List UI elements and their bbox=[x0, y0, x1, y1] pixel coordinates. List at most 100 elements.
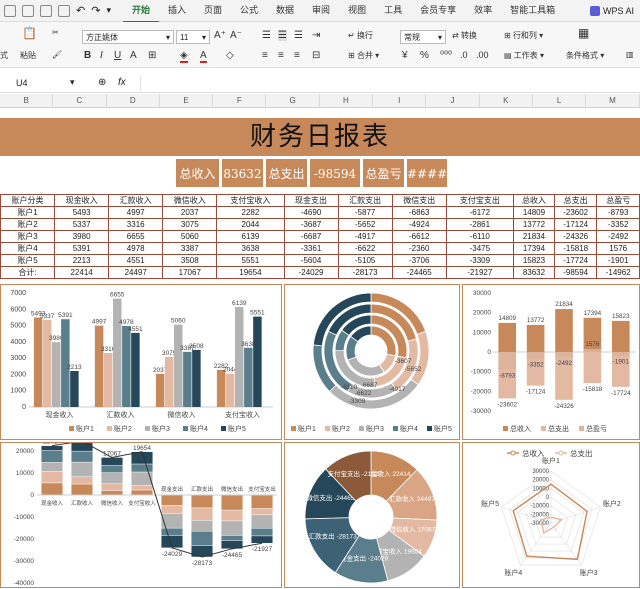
table-cell[interactable]: 17067 bbox=[162, 266, 218, 279]
table-cell[interactable]: -3687 bbox=[283, 218, 339, 231]
tab-10[interactable]: 智能工具箱 bbox=[501, 0, 564, 23]
table-cell[interactable]: -28173 bbox=[337, 266, 393, 279]
more-icon[interactable]: ▾ bbox=[106, 5, 111, 16]
tab-3[interactable]: 公式 bbox=[231, 0, 267, 23]
table-cell[interactable]: -2492 bbox=[596, 230, 640, 243]
merge-button[interactable]: ⊞ 合并 ▾ bbox=[348, 50, 379, 61]
tab-9[interactable]: 效率 bbox=[465, 0, 501, 23]
tab-5[interactable]: 审阅 bbox=[303, 0, 339, 23]
table-cell[interactable]: -5604 bbox=[283, 254, 339, 267]
fx-icon[interactable]: fx bbox=[118, 77, 126, 88]
table-cell[interactable]: -2861 bbox=[445, 218, 514, 231]
table-cell[interactable]: -8793 bbox=[596, 206, 640, 219]
increase-font-icon[interactable]: A⁺ bbox=[214, 30, 226, 41]
undo-icon[interactable]: ↶ bbox=[76, 4, 85, 17]
column-header[interactable]: H bbox=[320, 94, 374, 108]
column-header[interactable]: J bbox=[426, 94, 480, 108]
tab-4[interactable]: 数据 bbox=[267, 0, 303, 23]
font-color-icon[interactable]: A bbox=[200, 50, 207, 63]
tab-2[interactable]: 页面 bbox=[195, 0, 231, 23]
table-cell[interactable]: -15818 bbox=[553, 242, 598, 255]
table-cell[interactable]: -23602 bbox=[553, 206, 598, 219]
table-cell[interactable]: 19654 bbox=[216, 266, 285, 279]
border-icon[interactable]: ⊞ bbox=[148, 50, 156, 61]
table-cell[interactable]: -3361 bbox=[283, 242, 339, 255]
align-left-icon[interactable]: ≡ bbox=[262, 50, 268, 61]
tab-1[interactable]: 插入 bbox=[159, 0, 195, 23]
distribute-icon[interactable]: ⊟ bbox=[312, 50, 320, 61]
increase-decimal-icon[interactable]: .0 bbox=[460, 50, 468, 60]
align-center-icon[interactable]: ≡ bbox=[278, 50, 284, 61]
table-cell[interactable]: 合计: bbox=[0, 266, 56, 279]
table-cell[interactable]: 2213 bbox=[54, 254, 110, 267]
table-cell[interactable]: -24326 bbox=[553, 230, 598, 243]
table-cell[interactable]: -6612 bbox=[391, 230, 447, 243]
table-cell[interactable]: 17394 bbox=[512, 242, 555, 255]
table-cell[interactable]: -3352 bbox=[596, 218, 640, 231]
table-cell[interactable]: 15823 bbox=[512, 254, 555, 267]
table-cell[interactable]: 24497 bbox=[108, 266, 164, 279]
table-cell[interactable]: 4997 bbox=[108, 206, 164, 219]
strike-icon[interactable]: A bbox=[130, 50, 137, 61]
table-cell[interactable]: 3075 bbox=[162, 218, 218, 231]
table-cell[interactable]: 14809 bbox=[512, 206, 555, 219]
column-header[interactable]: B bbox=[0, 94, 54, 108]
cond-format-button[interactable]: 条件格式 ▾ bbox=[566, 50, 604, 61]
column-header[interactable]: M bbox=[586, 94, 640, 108]
table-cell[interactable]: 3387 bbox=[162, 242, 218, 255]
format-painter-icon[interactable]: 🖌 bbox=[52, 50, 62, 59]
table-cell[interactable]: 3638 bbox=[216, 242, 285, 255]
column-header[interactable]: D bbox=[107, 94, 160, 108]
table-cell[interactable]: 2037 bbox=[162, 206, 218, 219]
row-col-button[interactable]: ⊞ 行和列 ▾ bbox=[504, 30, 543, 41]
formula-input[interactable] bbox=[140, 76, 640, 91]
table-cell[interactable]: -3309 bbox=[445, 254, 514, 267]
redo-icon[interactable]: ↷ bbox=[91, 4, 100, 17]
table-cell[interactable]: 5493 bbox=[54, 206, 110, 219]
tab-0[interactable]: 开始 bbox=[122, 0, 159, 23]
table-cell[interactable]: -4690 bbox=[283, 206, 339, 219]
chart-panel-radar[interactable]: 账户1 账户2 账户3 账户4 账户5 30000 20000 10000 0 -10000 -20… bbox=[462, 442, 640, 588]
table-cell[interactable]: 2044 bbox=[216, 218, 285, 231]
table-cell[interactable]: 21834 bbox=[512, 230, 555, 243]
chevron-down-icon[interactable]: ▾ bbox=[70, 77, 75, 88]
zoom-icon[interactable]: ⊕ bbox=[98, 77, 106, 88]
chart-panel-donut[interactable]: 现金收入 22414 汇款收入 24497 微信收入 17067 支付宝收入 1965… bbox=[284, 442, 460, 588]
thousands-icon[interactable]: ⁰⁰⁰ bbox=[440, 50, 452, 61]
table-cell[interactable]: 4978 bbox=[108, 242, 164, 255]
table-cell[interactable]: 3980 bbox=[54, 230, 110, 243]
chart-panel-income[interactable]: 0 1000 2000 3000 4000 5000 6000 7000 5493 5337 398… bbox=[0, 284, 282, 440]
convert-button[interactable]: ⇄ 转换 bbox=[452, 30, 477, 41]
table-cell[interactable]: -4924 bbox=[391, 218, 447, 231]
table-cell[interactable]: 5391 bbox=[54, 242, 110, 255]
table-cell[interactable]: 账户2 bbox=[0, 218, 56, 231]
preview-icon[interactable] bbox=[58, 4, 70, 17]
table-cell[interactable]: 6139 bbox=[216, 230, 285, 243]
column-header[interactable]: E bbox=[160, 94, 214, 108]
table-cell[interactable]: 账户1 bbox=[0, 206, 56, 219]
table-cell[interactable]: -3706 bbox=[391, 254, 447, 267]
decrease-font-icon[interactable]: A⁻ bbox=[230, 30, 242, 41]
table-cell[interactable]: 5337 bbox=[54, 218, 110, 231]
percent-icon[interactable]: % bbox=[420, 50, 429, 61]
table-cell[interactable]: 83632 bbox=[512, 266, 555, 279]
table-cell[interactable]: 账户3 bbox=[0, 230, 56, 243]
tab-7[interactable]: 工具 bbox=[375, 0, 411, 23]
cell-reference[interactable]: U4 bbox=[16, 78, 28, 88]
table-cell[interactable]: -1901 bbox=[596, 254, 640, 267]
align-bottom-icon[interactable]: ☰ bbox=[294, 30, 303, 41]
currency-icon[interactable]: ¥ bbox=[402, 50, 408, 61]
table-cell[interactable]: -6863 bbox=[391, 206, 447, 219]
table-cell[interactable]: -17124 bbox=[553, 218, 598, 231]
table-cell[interactable]: -4917 bbox=[337, 230, 393, 243]
column-header[interactable]: G bbox=[267, 94, 320, 108]
number-format-select[interactable]: 常规 ▾ bbox=[400, 30, 446, 44]
cond-format-icon[interactable]: ▦ bbox=[578, 26, 589, 40]
chart-panel-waterfall[interactable]: 20000100000-10000-20000-30000-4000022414… bbox=[0, 434, 282, 588]
table-cell[interactable]: -17724 bbox=[553, 254, 598, 267]
paste-icon[interactable]: 📋 bbox=[22, 26, 37, 40]
table-cell[interactable]: -6172 bbox=[445, 206, 514, 219]
table-cell[interactable]: -21927 bbox=[445, 266, 514, 279]
column-header[interactable]: F bbox=[213, 94, 267, 108]
table-cell[interactable]: 13772 bbox=[512, 218, 555, 231]
